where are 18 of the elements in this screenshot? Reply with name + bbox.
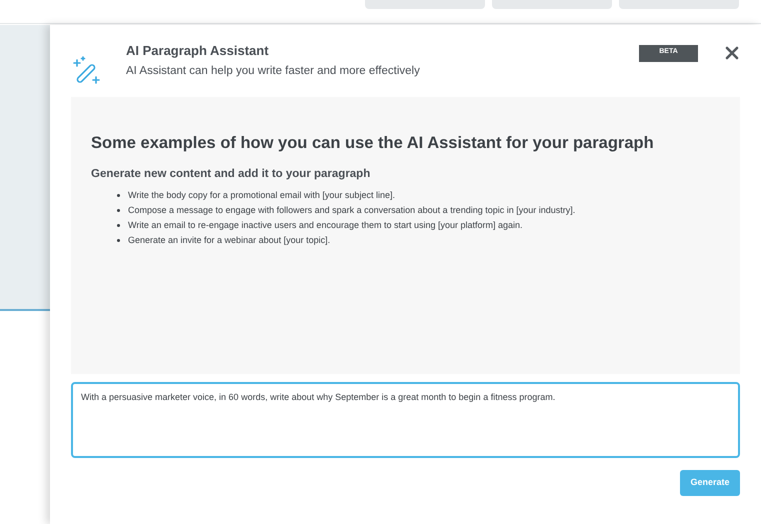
toolbar-button[interactable]: [365, 0, 485, 9]
bullet-icon: [117, 239, 120, 242]
bullet-icon: [117, 194, 120, 197]
examples-subheading: Generate new content and add it to your paragraph: [91, 166, 372, 182]
bullet-icon: [117, 224, 120, 227]
toolbar-button[interactable]: [619, 0, 739, 9]
panel-subtitle: AI Assistant can help you write faster and more effectively: [126, 64, 420, 79]
bullet-icon: [117, 209, 120, 212]
example-text: Write the body copy for a promotional email with [your subject line].: [128, 189, 395, 201]
close-button[interactable]: [724, 45, 740, 61]
example-text: Compose a message to engage with followers and spark a conversation about a trending topic in [your industry].: [128, 204, 576, 216]
prompt-field[interactable]: With a persuasive marketer voice, in 60 words, write about why September is a great month to begin a fitness program.: [71, 382, 740, 458]
close-icon: [725, 46, 739, 60]
example-text: Generate an invite for a webinar about [your topic].: [128, 234, 330, 246]
panel-title: AI Paragraph Assistant: [126, 43, 270, 59]
example-text: Write an email to re-engage inactive users and encourage them to start using [your platform] again.: [128, 219, 523, 231]
examples-heading: Some examples of how you can use the AI Assistant for your paragraph: [91, 133, 655, 154]
toolbar-button[interactable]: [492, 0, 612, 9]
